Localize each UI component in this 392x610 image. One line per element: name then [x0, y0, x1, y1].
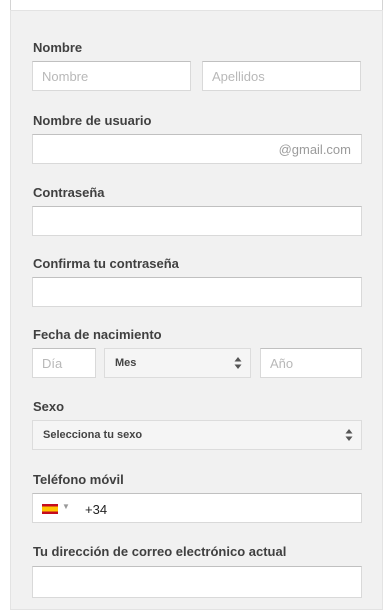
current-email-label: Tu dirección de correo electrónico actua… [33, 544, 287, 559]
birth-day-placeholder: Día [42, 356, 63, 371]
first-name-placeholder: Nombre [42, 69, 89, 84]
birth-month-select[interactable]: Mes [104, 348, 251, 378]
phone-label: Teléfono móvil [33, 472, 124, 487]
gmail-suffix: @gmail.com [278, 142, 351, 157]
birth-day-input[interactable]: Día [32, 348, 96, 378]
birthdate-label: Fecha de nacimiento [33, 327, 162, 342]
gender-label: Sexo [33, 399, 65, 414]
confirm-password-label: Confirma tu contraseña [33, 256, 179, 271]
first-name-input[interactable]: Nombre [32, 61, 191, 91]
confirm-password-input[interactable] [32, 277, 362, 307]
updown-arrows-icon [345, 429, 353, 441]
birth-year-input[interactable]: Año [260, 348, 362, 378]
last-name-input[interactable]: Apellidos [202, 61, 361, 91]
username-input[interactable]: @gmail.com [32, 134, 362, 164]
phone-country-code: +34 [85, 502, 108, 517]
phone-input[interactable]: ▼ +34 [32, 493, 362, 523]
gender-value: Selecciona tu sexo [43, 429, 143, 441]
country-dropdown-arrow-icon[interactable]: ▼ [62, 502, 70, 511]
password-label: Contraseña [33, 185, 105, 200]
gender-select[interactable]: Selecciona tu sexo [32, 420, 362, 450]
username-label: Nombre de usuario [33, 113, 152, 128]
name-label: Nombre [33, 40, 83, 55]
birth-year-placeholder: Año [270, 356, 294, 371]
spain-flag-icon[interactable] [42, 504, 58, 514]
password-input[interactable] [32, 206, 362, 236]
last-name-placeholder: Apellidos [212, 69, 265, 84]
updown-arrows-icon [234, 357, 242, 369]
birth-month-value: Mes [115, 357, 137, 369]
panel-top-edge [10, 0, 383, 10]
current-email-input[interactable] [32, 566, 362, 598]
